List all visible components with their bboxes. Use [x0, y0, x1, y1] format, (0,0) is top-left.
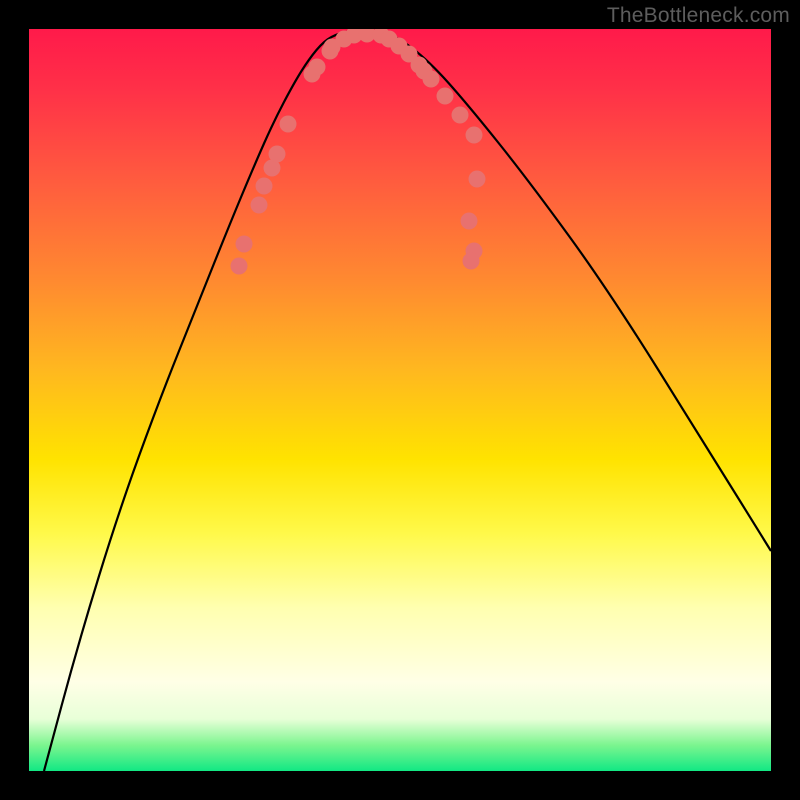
- bottleneck-curve: [44, 31, 771, 771]
- watermark-text: TheBottleneck.com: [607, 4, 790, 28]
- data-point: [463, 253, 480, 270]
- data-point: [466, 127, 483, 144]
- chart-plot-area: [29, 29, 771, 771]
- data-point: [269, 146, 286, 163]
- data-point: [437, 88, 454, 105]
- data-point: [280, 116, 297, 133]
- data-point: [231, 258, 248, 275]
- data-point: [251, 197, 268, 214]
- data-point: [256, 178, 273, 195]
- data-point: [309, 59, 326, 76]
- chart-frame: TheBottleneck.com: [0, 0, 800, 800]
- data-points: [231, 29, 486, 275]
- data-point: [423, 71, 440, 88]
- data-point: [469, 171, 486, 188]
- data-point: [452, 107, 469, 124]
- data-point: [461, 213, 478, 230]
- data-point: [236, 236, 253, 253]
- chart-svg: [29, 29, 771, 771]
